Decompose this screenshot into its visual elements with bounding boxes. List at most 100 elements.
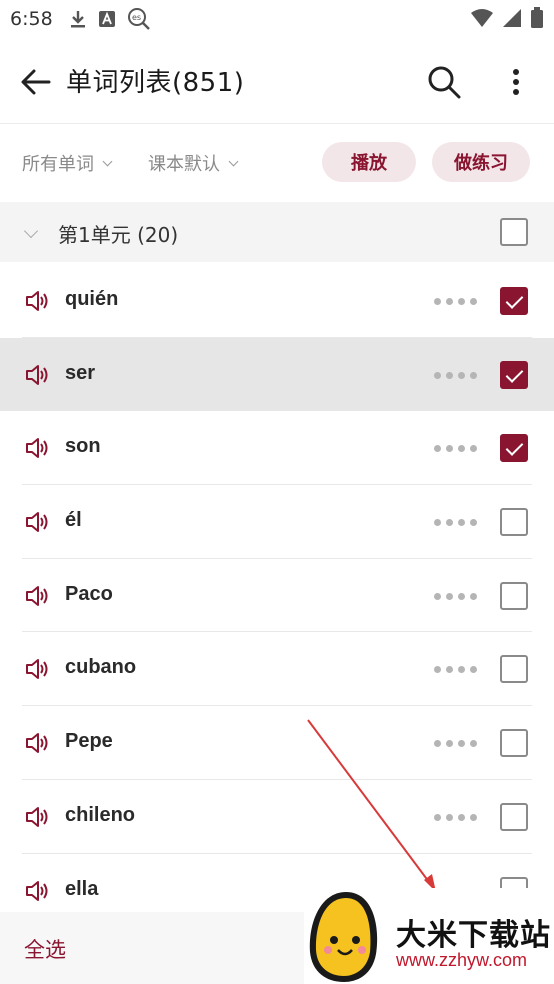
word-checkbox[interactable] bbox=[500, 508, 528, 537]
proficiency-dot bbox=[458, 592, 465, 600]
word-row[interactable]: son bbox=[0, 411, 554, 486]
word-row[interactable]: cubano bbox=[0, 632, 554, 707]
proficiency-dot bbox=[458, 813, 465, 821]
proficiency-dot bbox=[470, 813, 477, 821]
speaker-icon[interactable] bbox=[24, 878, 50, 904]
proficiency-dot bbox=[434, 666, 441, 674]
speaker-icon[interactable] bbox=[24, 583, 50, 609]
proficiency-dot bbox=[458, 740, 465, 748]
proficiency-dot bbox=[434, 592, 441, 600]
chevron-down-icon bbox=[102, 156, 113, 166]
word-checkbox[interactable] bbox=[500, 434, 528, 463]
app-bar: 单词列表(851) bbox=[0, 40, 554, 124]
proficiency-dots bbox=[434, 445, 477, 453]
word-text: chileno bbox=[65, 803, 136, 826]
svg-text:es: es bbox=[132, 13, 141, 22]
select-all-button[interactable]: 全选 bbox=[24, 934, 66, 964]
unit-title: 第1单元 (20) bbox=[58, 223, 179, 247]
page-title: 单词列表(851) bbox=[66, 68, 245, 98]
proficiency-dots bbox=[434, 666, 477, 674]
proficiency-dot bbox=[434, 740, 441, 748]
word-checkbox[interactable] bbox=[500, 729, 528, 758]
word-row[interactable]: chileno bbox=[0, 780, 554, 854]
speaker-icon[interactable] bbox=[24, 730, 50, 756]
a-badge-icon bbox=[98, 11, 115, 27]
status-icons: es bbox=[69, 7, 151, 31]
proficiency-dot bbox=[470, 519, 477, 527]
proficiency-dot bbox=[446, 298, 453, 305]
proficiency-dot bbox=[458, 445, 465, 453]
proficiency-dot bbox=[458, 371, 465, 379]
word-text: él bbox=[65, 509, 82, 532]
chevron-down-icon bbox=[23, 223, 39, 239]
proficiency-dots bbox=[434, 298, 477, 305]
chevron-down-icon bbox=[228, 156, 239, 166]
proficiency-dots bbox=[434, 371, 477, 379]
speaker-icon[interactable] bbox=[24, 288, 50, 314]
speaker-icon[interactable] bbox=[24, 362, 50, 388]
rice-mascot-logo bbox=[309, 892, 378, 982]
proficiency-dots bbox=[434, 813, 477, 821]
es-search-icon: es bbox=[127, 8, 150, 30]
proficiency-dot bbox=[446, 592, 453, 600]
word-list: quién ser son él Paco cubano Pepe chileno ella bbox=[0, 264, 554, 928]
play-button[interactable]: 播放 bbox=[322, 142, 416, 182]
proficiency-dot bbox=[446, 371, 453, 379]
proficiency-dot bbox=[434, 445, 441, 453]
search-button[interactable] bbox=[424, 62, 464, 102]
proficiency-dot bbox=[446, 666, 453, 674]
word-text: ella bbox=[65, 877, 99, 900]
word-checkbox[interactable] bbox=[500, 802, 528, 831]
word-row[interactable]: él bbox=[0, 485, 554, 559]
proficiency-dot bbox=[470, 298, 477, 305]
speaker-icon[interactable] bbox=[24, 804, 50, 830]
order-dropdown-label: 课本默认 bbox=[148, 154, 220, 175]
arrow-left-icon bbox=[21, 69, 51, 95]
speaker-icon[interactable] bbox=[24, 509, 50, 535]
unit-checkbox[interactable] bbox=[500, 218, 528, 246]
watermark: 大米下载站 www.zzhyw.com bbox=[304, 888, 554, 984]
word-checkbox[interactable] bbox=[500, 287, 528, 315]
status-right bbox=[470, 7, 544, 29]
proficiency-dot bbox=[470, 666, 477, 674]
more-menu-button[interactable] bbox=[498, 62, 534, 102]
word-row[interactable]: quién bbox=[0, 264, 554, 338]
scope-dropdown-label: 所有单词 bbox=[22, 154, 94, 175]
watermark-url: www.zzhyw.com bbox=[396, 950, 528, 970]
search-icon bbox=[428, 66, 461, 99]
word-row[interactable]: Pepe bbox=[0, 706, 554, 780]
proficiency-dot bbox=[446, 519, 453, 527]
word-text: Paco bbox=[65, 582, 113, 605]
proficiency-dot bbox=[446, 740, 453, 748]
proficiency-dot bbox=[434, 813, 441, 821]
proficiency-dot bbox=[434, 371, 441, 379]
download-icon bbox=[70, 11, 85, 28]
word-row[interactable]: Paco bbox=[0, 559, 554, 633]
signal-icon bbox=[503, 9, 521, 27]
more-vertical-icon bbox=[513, 69, 519, 95]
word-text: Pepe bbox=[65, 730, 113, 753]
proficiency-dot bbox=[434, 519, 441, 527]
proficiency-dot bbox=[434, 298, 441, 305]
word-text: quién bbox=[65, 288, 119, 310]
filter-bar: 所有单词 课本默认 播放 做练习 bbox=[0, 126, 554, 202]
word-row[interactable]: ser bbox=[0, 337, 554, 412]
scope-dropdown[interactable]: 所有单词 bbox=[22, 150, 113, 176]
speaker-icon[interactable] bbox=[24, 435, 50, 461]
proficiency-dots bbox=[434, 519, 477, 527]
word-checkbox[interactable] bbox=[500, 360, 528, 389]
back-button[interactable] bbox=[18, 64, 54, 100]
order-dropdown[interactable]: 课本默认 bbox=[148, 150, 239, 176]
proficiency-dot bbox=[470, 740, 477, 748]
proficiency-dot bbox=[458, 298, 465, 305]
word-checkbox[interactable] bbox=[500, 655, 528, 684]
unit-header[interactable]: 第1单元 (20) bbox=[0, 202, 554, 262]
practice-button[interactable]: 做练习 bbox=[432, 142, 530, 182]
speaker-icon[interactable] bbox=[24, 656, 50, 682]
proficiency-dots bbox=[434, 740, 477, 748]
word-checkbox[interactable] bbox=[500, 581, 528, 610]
proficiency-dot bbox=[458, 666, 465, 674]
wifi-icon bbox=[471, 9, 493, 27]
proficiency-dot bbox=[458, 519, 465, 527]
watermark-title: 大米下载站 bbox=[396, 918, 551, 953]
